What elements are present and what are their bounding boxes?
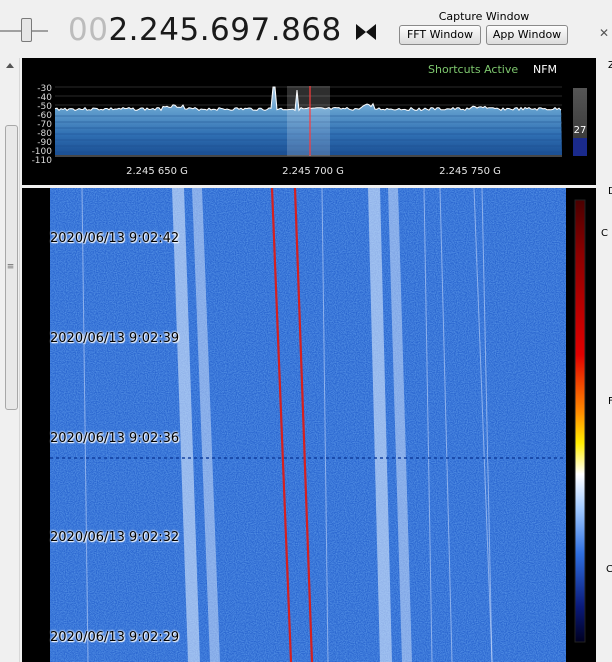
swap-vfo-icon[interactable] — [354, 22, 378, 42]
waterfall-left-margin — [22, 188, 50, 662]
fft-window-button[interactable]: FFT Window — [399, 25, 481, 45]
signal-level-value: 27 — [574, 125, 587, 136]
db-tick-label: -110 — [32, 156, 53, 166]
edge-label: C — [601, 228, 608, 239]
freq-tick-label: 2.245 750 G — [439, 166, 501, 177]
waterfall-timestamp: 2020/06/13 9:02:36 — [50, 431, 180, 446]
waterfall-timestamp: 2020/06/13 9:02:32 — [50, 530, 180, 545]
waterfall-timestamp: 2020/06/13 9:02:42 — [50, 231, 180, 246]
edge-label: F — [608, 396, 612, 407]
scroll-up-arrow-icon[interactable] — [6, 63, 14, 68]
close-icon[interactable]: ✕ — [599, 27, 612, 40]
freq-tick-label: 2.245 700 G — [282, 166, 344, 177]
color-scale-bar — [574, 199, 586, 643]
freq-tick-label: 2.245 650 G — [126, 166, 188, 177]
waterfall-timestamp: 2020/06/13 9:02:39 — [50, 331, 180, 346]
frequency-display[interactable]: 002.245.697.868 — [68, 10, 342, 50]
capture-window-label: Capture Window — [438, 10, 530, 23]
app-window-button[interactable]: App Window — [486, 25, 568, 45]
waterfall-noise — [50, 188, 566, 662]
edge-label: D — [608, 186, 612, 197]
frequency-prefix[interactable]: 00 — [68, 12, 108, 48]
mode-label: NFM — [533, 63, 557, 76]
edge-label: Z — [608, 60, 612, 71]
right-panel-edge: Z D C F C — [596, 58, 612, 662]
filter-window — [287, 86, 330, 156]
waterfall-display[interactable] — [22, 188, 596, 662]
edge-label: C — [606, 564, 612, 575]
frequency-value[interactable]: 2.245.697.868 — [108, 12, 341, 48]
gain-slider-handle[interactable] — [21, 18, 32, 42]
shortcuts-status: Shortcuts Active — [428, 63, 518, 76]
waterfall-timestamp: 2020/06/13 9:02:29 — [50, 630, 180, 645]
spectrum-display[interactable]: -30 -40 -50 -60 -70 -80 -90 -100 -110 Sh… — [22, 58, 596, 185]
signal-level-fill — [573, 138, 587, 156]
grip-icon: ≡ — [6, 262, 15, 272]
